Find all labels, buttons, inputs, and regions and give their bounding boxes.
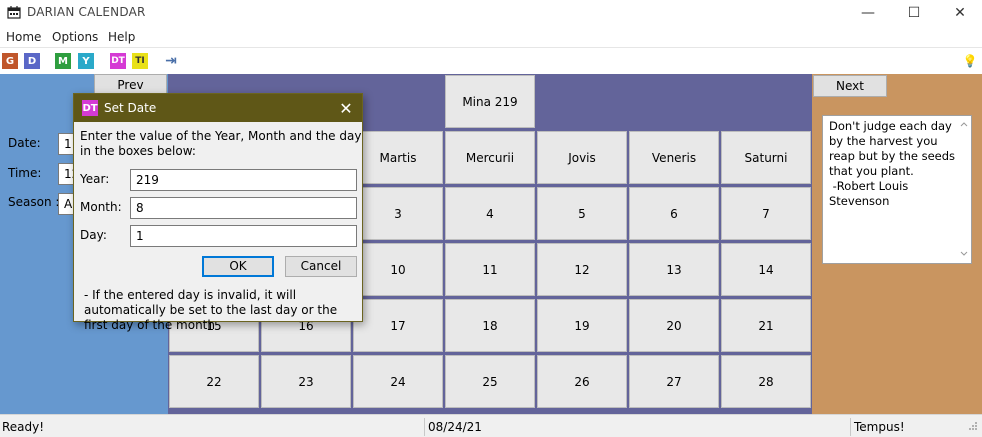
day-cell[interactable]: 20 [629, 299, 719, 352]
cancel-button[interactable]: Cancel [285, 256, 357, 277]
year-input[interactable]: 219 [130, 169, 357, 191]
status-date: 08/24/21 [428, 420, 482, 434]
dialog-title: Set Date [104, 101, 157, 115]
day-cell[interactable]: 4 [445, 187, 535, 240]
status-tempus: Tempus! [854, 420, 905, 434]
set-date-dialog: DT Set Date ✕ Enter the value of the Yea… [73, 93, 363, 332]
m-icon[interactable]: M [55, 53, 71, 69]
day-cell[interactable]: 18 [445, 299, 535, 352]
exit-icon[interactable]: ⇥ [163, 53, 179, 69]
g-icon[interactable]: G [2, 53, 18, 69]
title-bar: DARIAN CALENDAR — ☐ ✕ [0, 0, 982, 26]
minimize-button[interactable]: — [845, 0, 891, 26]
window-title: DARIAN CALENDAR [27, 5, 146, 19]
day-cell[interactable]: 19 [537, 299, 627, 352]
ti-icon[interactable]: TI [132, 53, 148, 69]
dialog-title-bar[interactable]: DT Set Date ✕ [74, 94, 362, 122]
scroll-arrows-icon [960, 122, 968, 256]
weekday-veneris: Veneris [629, 131, 719, 184]
maximize-button[interactable]: ☐ [891, 0, 937, 26]
weekday-mercurii: Mercurii [445, 131, 535, 184]
day-cell[interactable]: 25 [445, 355, 535, 408]
day-cell[interactable]: 28 [721, 355, 811, 408]
year-label: Year: [80, 172, 110, 186]
day-cell[interactable]: 10 [353, 243, 443, 296]
dt-icon[interactable]: DT [110, 53, 126, 69]
status-separator [424, 418, 425, 436]
dialog-instruction: Enter the value of the Year, Month and t… [80, 129, 362, 158]
status-bar: Ready! 08/24/21 Tempus! [0, 414, 982, 437]
season-label: Season : [8, 195, 60, 209]
menu-options[interactable]: Options [52, 30, 98, 44]
day-input[interactable]: 1 [130, 225, 357, 247]
day-cell[interactable]: 27 [629, 355, 719, 408]
lightbulb-icon[interactable]: 💡 [962, 53, 978, 69]
time-label: Time: [8, 166, 42, 180]
weekday-saturni: Saturni [721, 131, 811, 184]
day-cell[interactable]: 23 [261, 355, 351, 408]
menu-home[interactable]: Home [6, 30, 41, 44]
day-cell[interactable]: 5 [537, 187, 627, 240]
close-icon[interactable]: ✕ [336, 98, 356, 118]
y-icon[interactable]: Y [78, 53, 94, 69]
d-icon[interactable]: D [24, 53, 40, 69]
ok-button[interactable]: OK [202, 256, 274, 277]
day-cell[interactable]: 12 [537, 243, 627, 296]
dialog-note: - If the entered day is invalid, it will… [84, 288, 338, 332]
status-ready: Ready! [2, 420, 45, 434]
quote-box[interactable]: Don't judge each day by the harvest you … [822, 115, 972, 264]
month-input[interactable]: 8 [130, 197, 357, 219]
weekday-jovis: Jovis [537, 131, 627, 184]
day-cell[interactable]: 6 [629, 187, 719, 240]
day-cell[interactable]: 11 [445, 243, 535, 296]
quote-text: Don't judge each day by the harvest you … [829, 119, 956, 208]
menu-help[interactable]: Help [108, 30, 135, 44]
day-cell[interactable]: 22 [169, 355, 259, 408]
day-cell[interactable]: 26 [537, 355, 627, 408]
month-title: Mina 219 [445, 75, 535, 128]
day-cell[interactable]: 3 [353, 187, 443, 240]
day-label: Day: [80, 228, 107, 242]
day-cell[interactable]: 24 [353, 355, 443, 408]
day-cell[interactable]: 21 [721, 299, 811, 352]
calendar-app-icon [7, 6, 21, 19]
day-cell[interactable]: 7 [721, 187, 811, 240]
close-window-button[interactable]: ✕ [937, 0, 982, 26]
day-cell[interactable]: 14 [721, 243, 811, 296]
day-cell[interactable]: 17 [353, 299, 443, 352]
next-button[interactable]: Next [813, 75, 887, 97]
toolbar: G D M Y DT TI ⇥ 💡 [0, 48, 982, 74]
weekday-martis: Martis [353, 131, 443, 184]
menu-bar: Home Options Help [0, 26, 982, 48]
quote-scrollbar[interactable] [957, 116, 971, 263]
month-label: Month: [80, 200, 122, 214]
day-cell[interactable]: 13 [629, 243, 719, 296]
date-label: Date: [8, 136, 41, 150]
resize-grip-icon[interactable] [966, 421, 978, 433]
dt-icon: DT [82, 100, 98, 116]
status-separator [850, 418, 851, 436]
